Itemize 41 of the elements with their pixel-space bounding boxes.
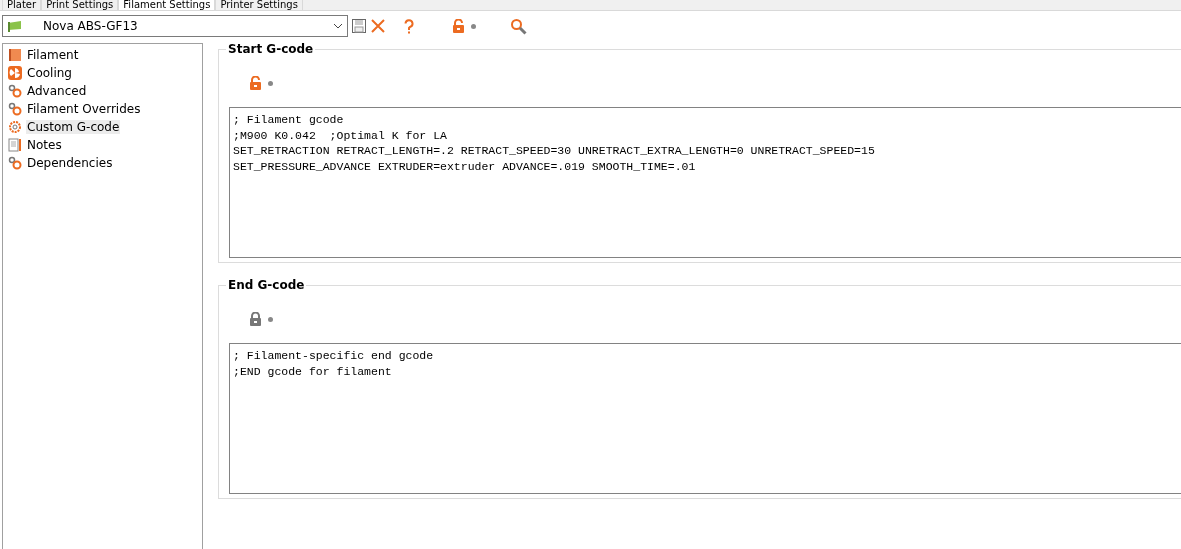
gears-icon [8,156,22,170]
settings-tab[interactable]: Printer Settings [215,0,303,10]
code-line: ; Filament gcode [233,112,345,128]
preset-dropdown[interactable]: Nova ABS-GF13 [2,15,348,37]
unlocked-icon[interactable] [249,76,262,90]
gears-icon [8,84,22,98]
close-icon[interactable] [370,18,386,34]
category-item[interactable]: Custom G-code [3,118,202,136]
settings-tab[interactable]: Print Settings [41,0,119,10]
gear-icon [8,120,22,134]
status-dot [471,23,476,29]
code-editor[interactable] [229,107,1181,258]
save-icon[interactable] [352,19,366,33]
fan-icon [8,66,22,80]
search-icon[interactable] [510,17,527,35]
locked-icon[interactable] [249,312,262,326]
flag-icon [7,20,23,32]
gears-icon [8,102,22,116]
code-editor[interactable]: ; Filament-specific end gcode ;END gcode for filament [229,343,1181,494]
category-item[interactable]: Dependencies [3,154,202,172]
category-item[interactable]: Advanced [3,82,202,100]
question-icon[interactable] [404,18,414,34]
group-title: End G-code [226,278,307,292]
chevron-down-icon [333,23,343,29]
code-line: ;END gcode for filament [233,363,393,379]
code-line: SET_RETRACTION RETRACT_LENGTH=.2 RETRACT_SPEED=30 UNRETRACT_EXTRA_LENGTH=0 UNRETRACT_SPEED=15 [233,143,876,159]
group-title: Start G-code [226,42,316,56]
notes-icon [8,138,22,152]
category-item[interactable]: Filament Overrides [3,100,202,118]
status-dot [268,80,273,86]
category-item[interactable]: Notes [3,136,202,154]
category-item[interactable]: Filament [3,46,202,64]
spool-icon [8,48,22,62]
code-line: ; Filament-specific end gcode [233,348,435,364]
code-line: ;M900 K0.042 ;Optimal K for LA [233,127,448,143]
category-item[interactable]: Cooling [3,64,202,82]
settings-tab[interactable]: Filament Settings [118,0,216,10]
settings-tab[interactable]: Plater [2,0,42,10]
unlocked-icon[interactable] [452,19,465,33]
code-line: SET_PRESSURE_ADVANCE EXTRUDER=extruder ADVANCE=.019 SMOOTH_TIME=.01 [233,158,697,174]
status-dot [268,316,273,322]
